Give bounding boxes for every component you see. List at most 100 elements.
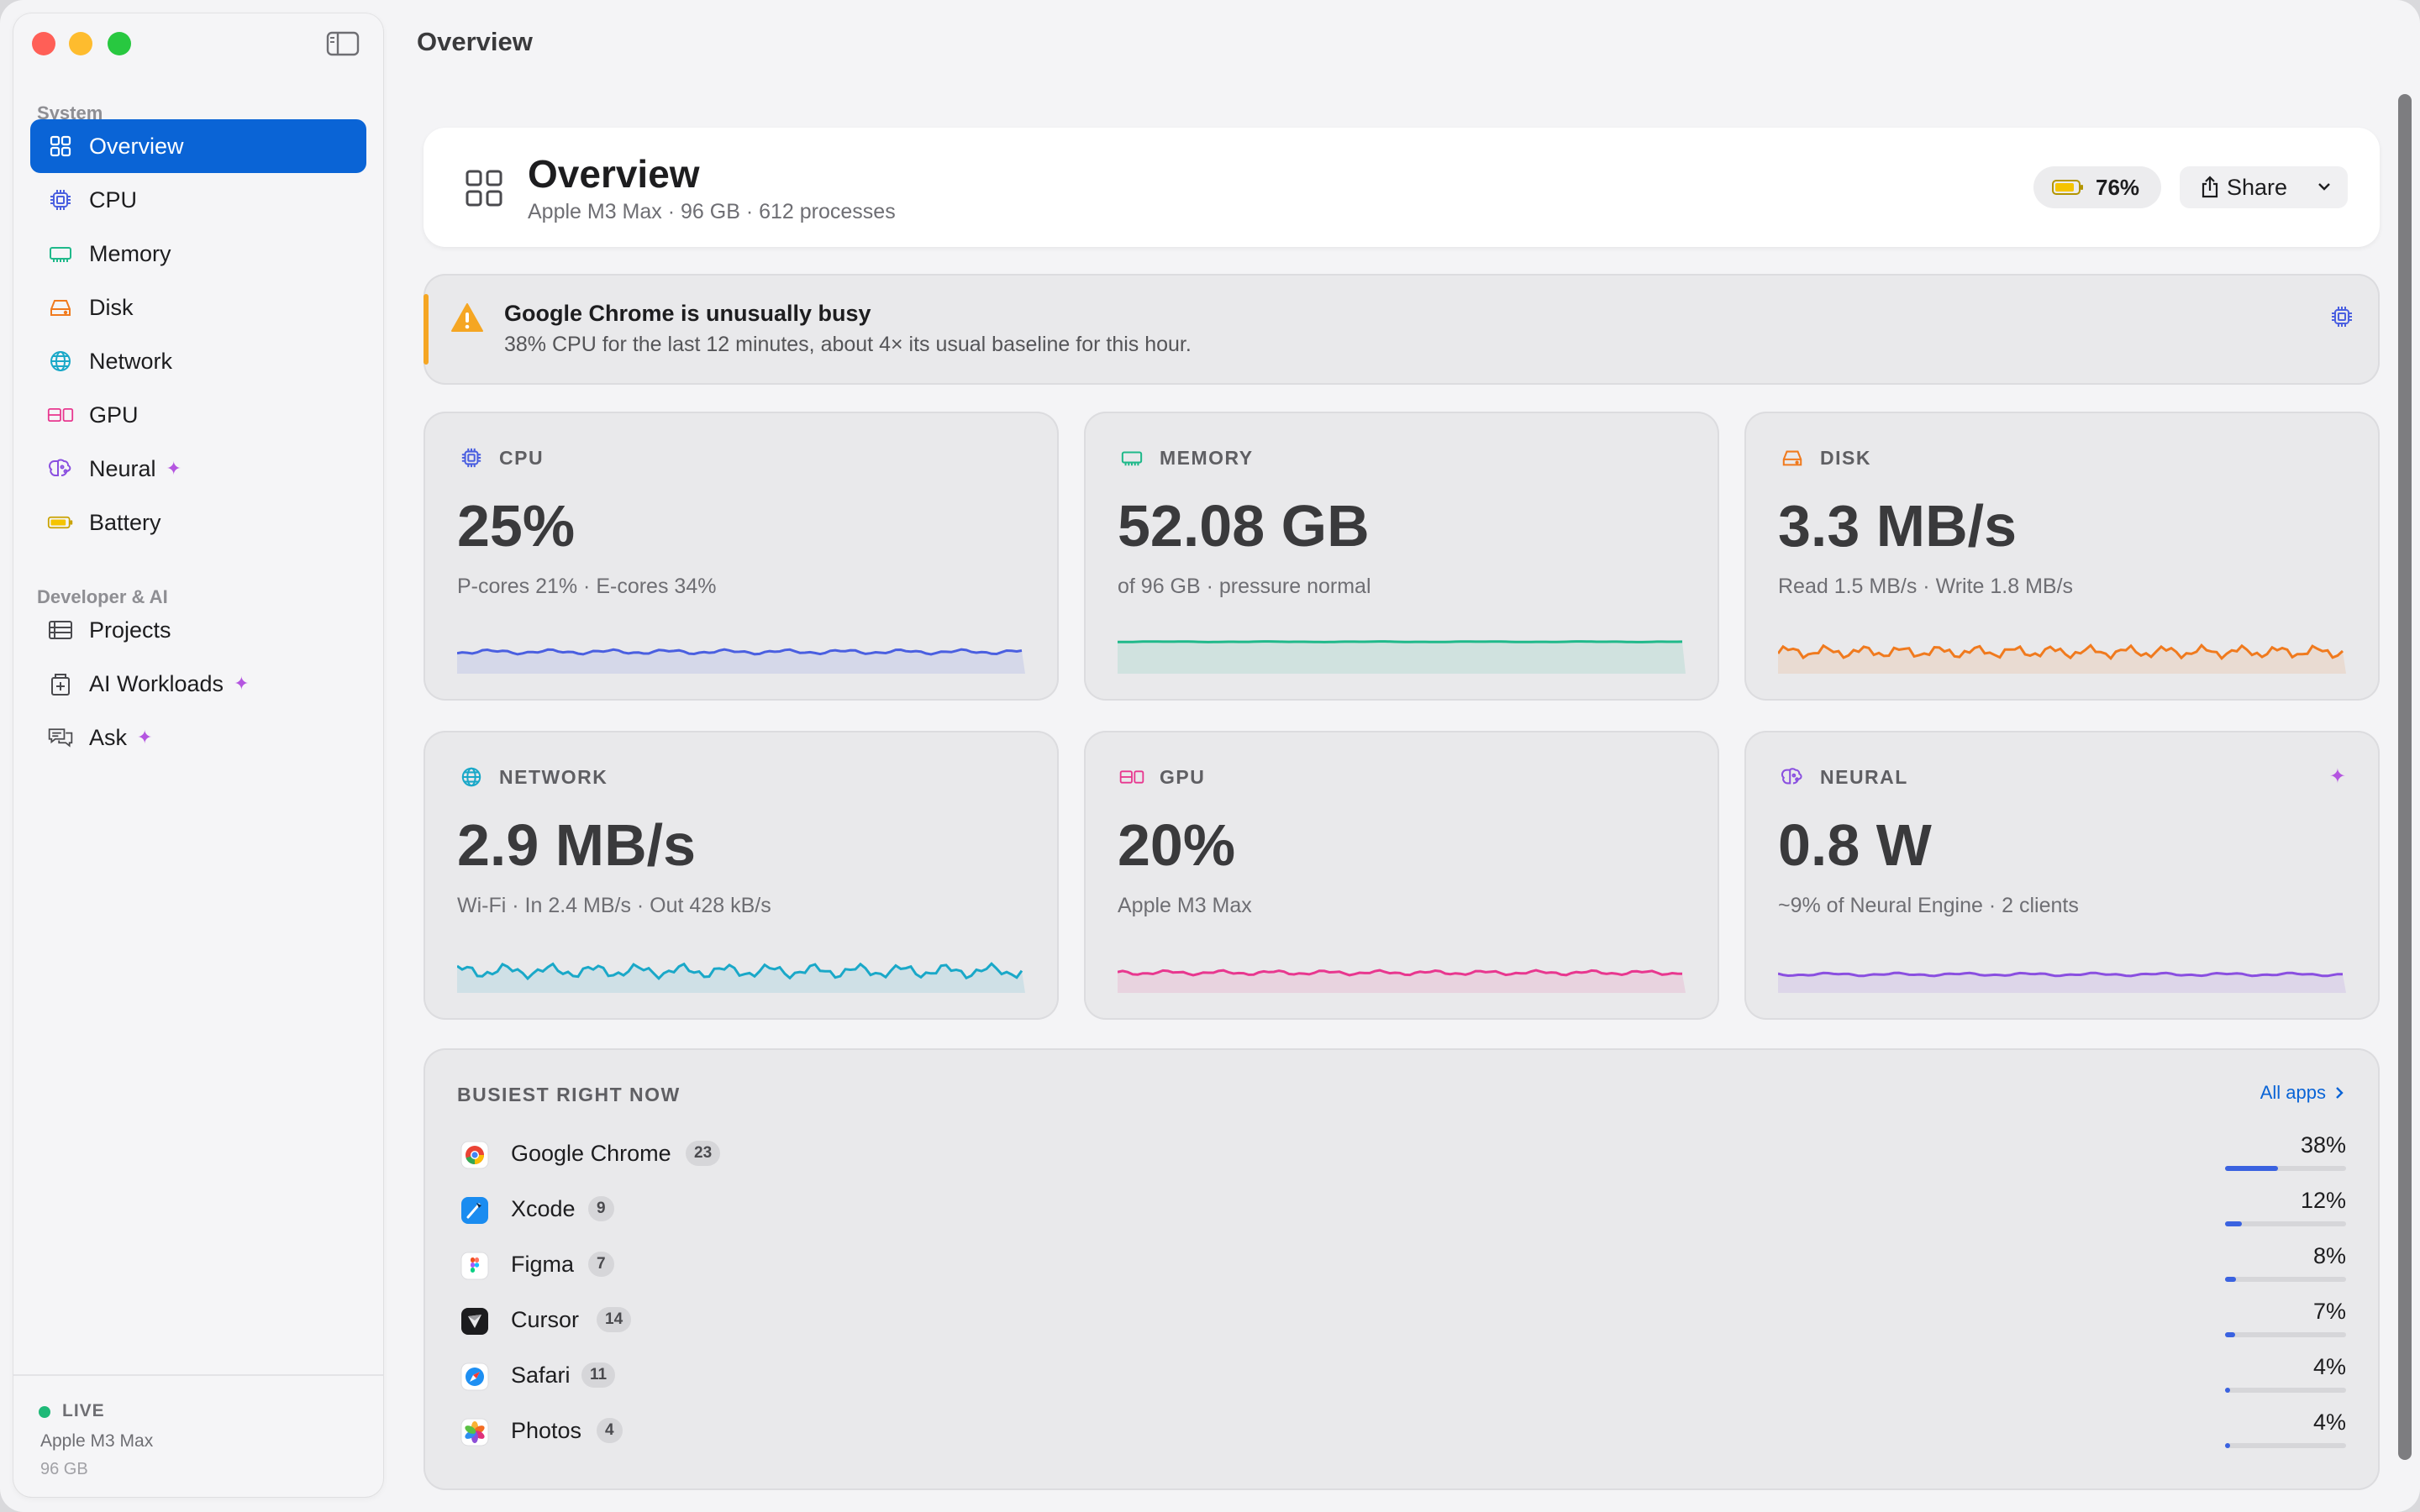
sidebar-item-disk[interactable]: Disk <box>30 281 366 334</box>
sidebar-item-memory[interactable]: Memory <box>30 227 366 281</box>
alert-banner[interactable]: Google Chrome is unusually busy 38% CPU … <box>424 274 2380 385</box>
app-row-xcode[interactable]: Xcode 9 12% <box>457 1188 2346 1243</box>
app-row-photos[interactable]: Photos 4 4% <box>457 1410 2346 1465</box>
metric-card-neural[interactable]: NEURAL 0.8 W ~9% of Neural Engine · 2 cl… <box>1744 731 2380 1020</box>
battery-icon <box>2052 180 2083 195</box>
process-count-badge: 9 <box>588 1196 614 1221</box>
metric-label: NEURAL <box>1820 766 1908 788</box>
close-window-button[interactable] <box>32 32 55 55</box>
share-label: Share <box>2227 174 2288 200</box>
sidebar-item-battery[interactable]: Battery <box>30 496 366 549</box>
app-row-cursor[interactable]: Cursor 14 7% <box>457 1299 2346 1354</box>
cpu-usage-bar <box>2225 1332 2346 1337</box>
app-row-safari[interactable]: Safari 11 4% <box>457 1354 2346 1410</box>
brain-icon <box>1780 764 1805 790</box>
battery-percent: 76% <box>2096 174 2140 200</box>
metric-card-disk[interactable]: DISK 3.3 MB/s Read 1.5 MB/s · Write 1.8 … <box>1744 412 2380 701</box>
sidebar-item-ask[interactable]: Ask ✦ <box>30 711 366 764</box>
cpu-usage-bar <box>2225 1166 2346 1171</box>
alert-accent-bar <box>424 294 429 365</box>
metric-detail: Read 1.5 MB/s · Write 1.8 MB/s <box>1778 575 2074 598</box>
scrollbar-thumb[interactable] <box>2398 94 2412 1460</box>
cpu-usage-fill <box>2225 1388 2230 1393</box>
cpu-sparkline <box>457 648 1025 674</box>
all-apps-label: All apps <box>2260 1082 2326 1103</box>
globe-icon <box>47 348 74 375</box>
metric-card-memory[interactable]: MEMORY 52.08 GB of 96 GB · pressure norm… <box>1084 412 1719 701</box>
chevron-down-icon[interactable] <box>2316 178 2333 195</box>
sidebar-item-gpu[interactable]: GPU <box>30 388 366 442</box>
all-apps-link[interactable]: All apps <box>2260 1082 2346 1104</box>
chevron-right-icon <box>2336 1087 2344 1099</box>
sidebar-item-label: Projects <box>89 617 171 643</box>
disk-icon <box>47 294 74 321</box>
safari-icon <box>460 1362 489 1391</box>
metric-value: 52.08 GB <box>1118 493 1370 559</box>
metric-card-gpu[interactable]: GPU 20% Apple M3 Max <box>1084 731 1719 1020</box>
app-name: Photos <box>511 1418 582 1443</box>
sidebar-item-label: GPU <box>89 402 139 428</box>
network-sparkline <box>457 962 1025 993</box>
memory-sparkline <box>1118 640 1686 674</box>
share-button[interactable]: Share <box>2180 166 2348 208</box>
minimize-window-button[interactable] <box>69 32 92 55</box>
sidebar-item-network[interactable]: Network <box>30 334 366 388</box>
metric-detail: Apple M3 Max <box>1118 894 1252 917</box>
overview-header: Overview Apple M3 Max · 96 GB · 612 proc… <box>424 128 2380 247</box>
page-title: Overview <box>528 152 700 196</box>
zoom-window-button[interactable] <box>108 32 131 55</box>
process-count-badge: 11 <box>581 1362 616 1388</box>
figma-icon <box>460 1252 489 1280</box>
sparkline-line <box>1778 971 2343 978</box>
sidebar-item-overview[interactable]: Overview <box>30 119 366 173</box>
memory-icon <box>47 240 74 267</box>
cpu-usage-bar <box>2225 1443 2346 1448</box>
process-count-badge: 14 <box>597 1307 632 1332</box>
metric-label: GPU <box>1160 766 1206 788</box>
cpu-icon[interactable] <box>2329 304 2354 329</box>
app-cpu-percent: 4% <box>2312 1354 2346 1379</box>
chat-icon <box>47 724 74 751</box>
app-row-chrome[interactable]: Google Chrome 23 38% <box>457 1132 2346 1188</box>
cpu-usage-bar <box>2225 1277 2346 1282</box>
metric-detail: of 96 GB · pressure normal <box>1118 575 1371 598</box>
grid-icon <box>466 170 502 207</box>
metric-card-network[interactable]: NETWORK 2.9 MB/s Wi-Fi · In 2.4 MB/s · O… <box>424 731 1059 1020</box>
cpu-usage-fill <box>2225 1443 2230 1448</box>
sidebar-item-projects[interactable]: Projects <box>30 603 366 657</box>
battery-badge[interactable]: 76% <box>2033 166 2161 208</box>
metric-label: MEMORY <box>1160 447 1254 469</box>
sidebar-item-ai-workloads[interactable]: AI Workloads ✦ <box>30 657 366 711</box>
process-count-badge: 23 <box>686 1141 721 1166</box>
metric-value: 25% <box>457 493 576 559</box>
brain-icon <box>47 455 74 482</box>
sidebar-item-label: Memory <box>89 240 171 266</box>
metric-value: 20% <box>1118 812 1236 878</box>
app-cpu-percent: 8% <box>2312 1243 2346 1268</box>
neural-sparkline <box>1778 971 2346 993</box>
sidebar-item-cpu[interactable]: CPU <box>30 173 366 227</box>
live-status-label: LIVE <box>62 1401 105 1420</box>
app-window: System Overview CPU Memory Disk Network … <box>0 0 2420 1512</box>
sidebar-item-label: Neural <box>89 455 156 481</box>
app-row-figma[interactable]: Figma 7 8% <box>457 1243 2346 1299</box>
metric-card-cpu[interactable]: CPU 25% P-cores 21% · E-cores 34% <box>424 412 1059 701</box>
photos-icon <box>460 1418 489 1446</box>
chrome-icon <box>460 1141 489 1169</box>
gpu-icon <box>47 402 74 428</box>
sidebar-toggle-icon[interactable] <box>326 30 360 57</box>
alert-body: 38% CPU for the last 12 minutes, about 4… <box>504 333 1192 356</box>
alert-title: Google Chrome is unusually busy <box>504 301 871 326</box>
xcode-icon <box>461 1197 488 1224</box>
sidebar-item-neural[interactable]: Neural ✦ <box>30 442 366 496</box>
app-name: Xcode <box>511 1196 576 1221</box>
battery-icon <box>47 509 74 536</box>
page-subtitle: Apple M3 Max · 96 GB · 612 processes <box>528 200 896 223</box>
sparkline-area <box>1118 641 1686 674</box>
process-count-badge: 4 <box>597 1418 623 1443</box>
sparkline-line <box>1118 640 1683 643</box>
sidebar-item-label: Battery <box>89 509 161 535</box>
warning-icon <box>451 303 483 332</box>
metric-value: 0.8 W <box>1778 812 1932 878</box>
grid-icon <box>47 133 74 160</box>
